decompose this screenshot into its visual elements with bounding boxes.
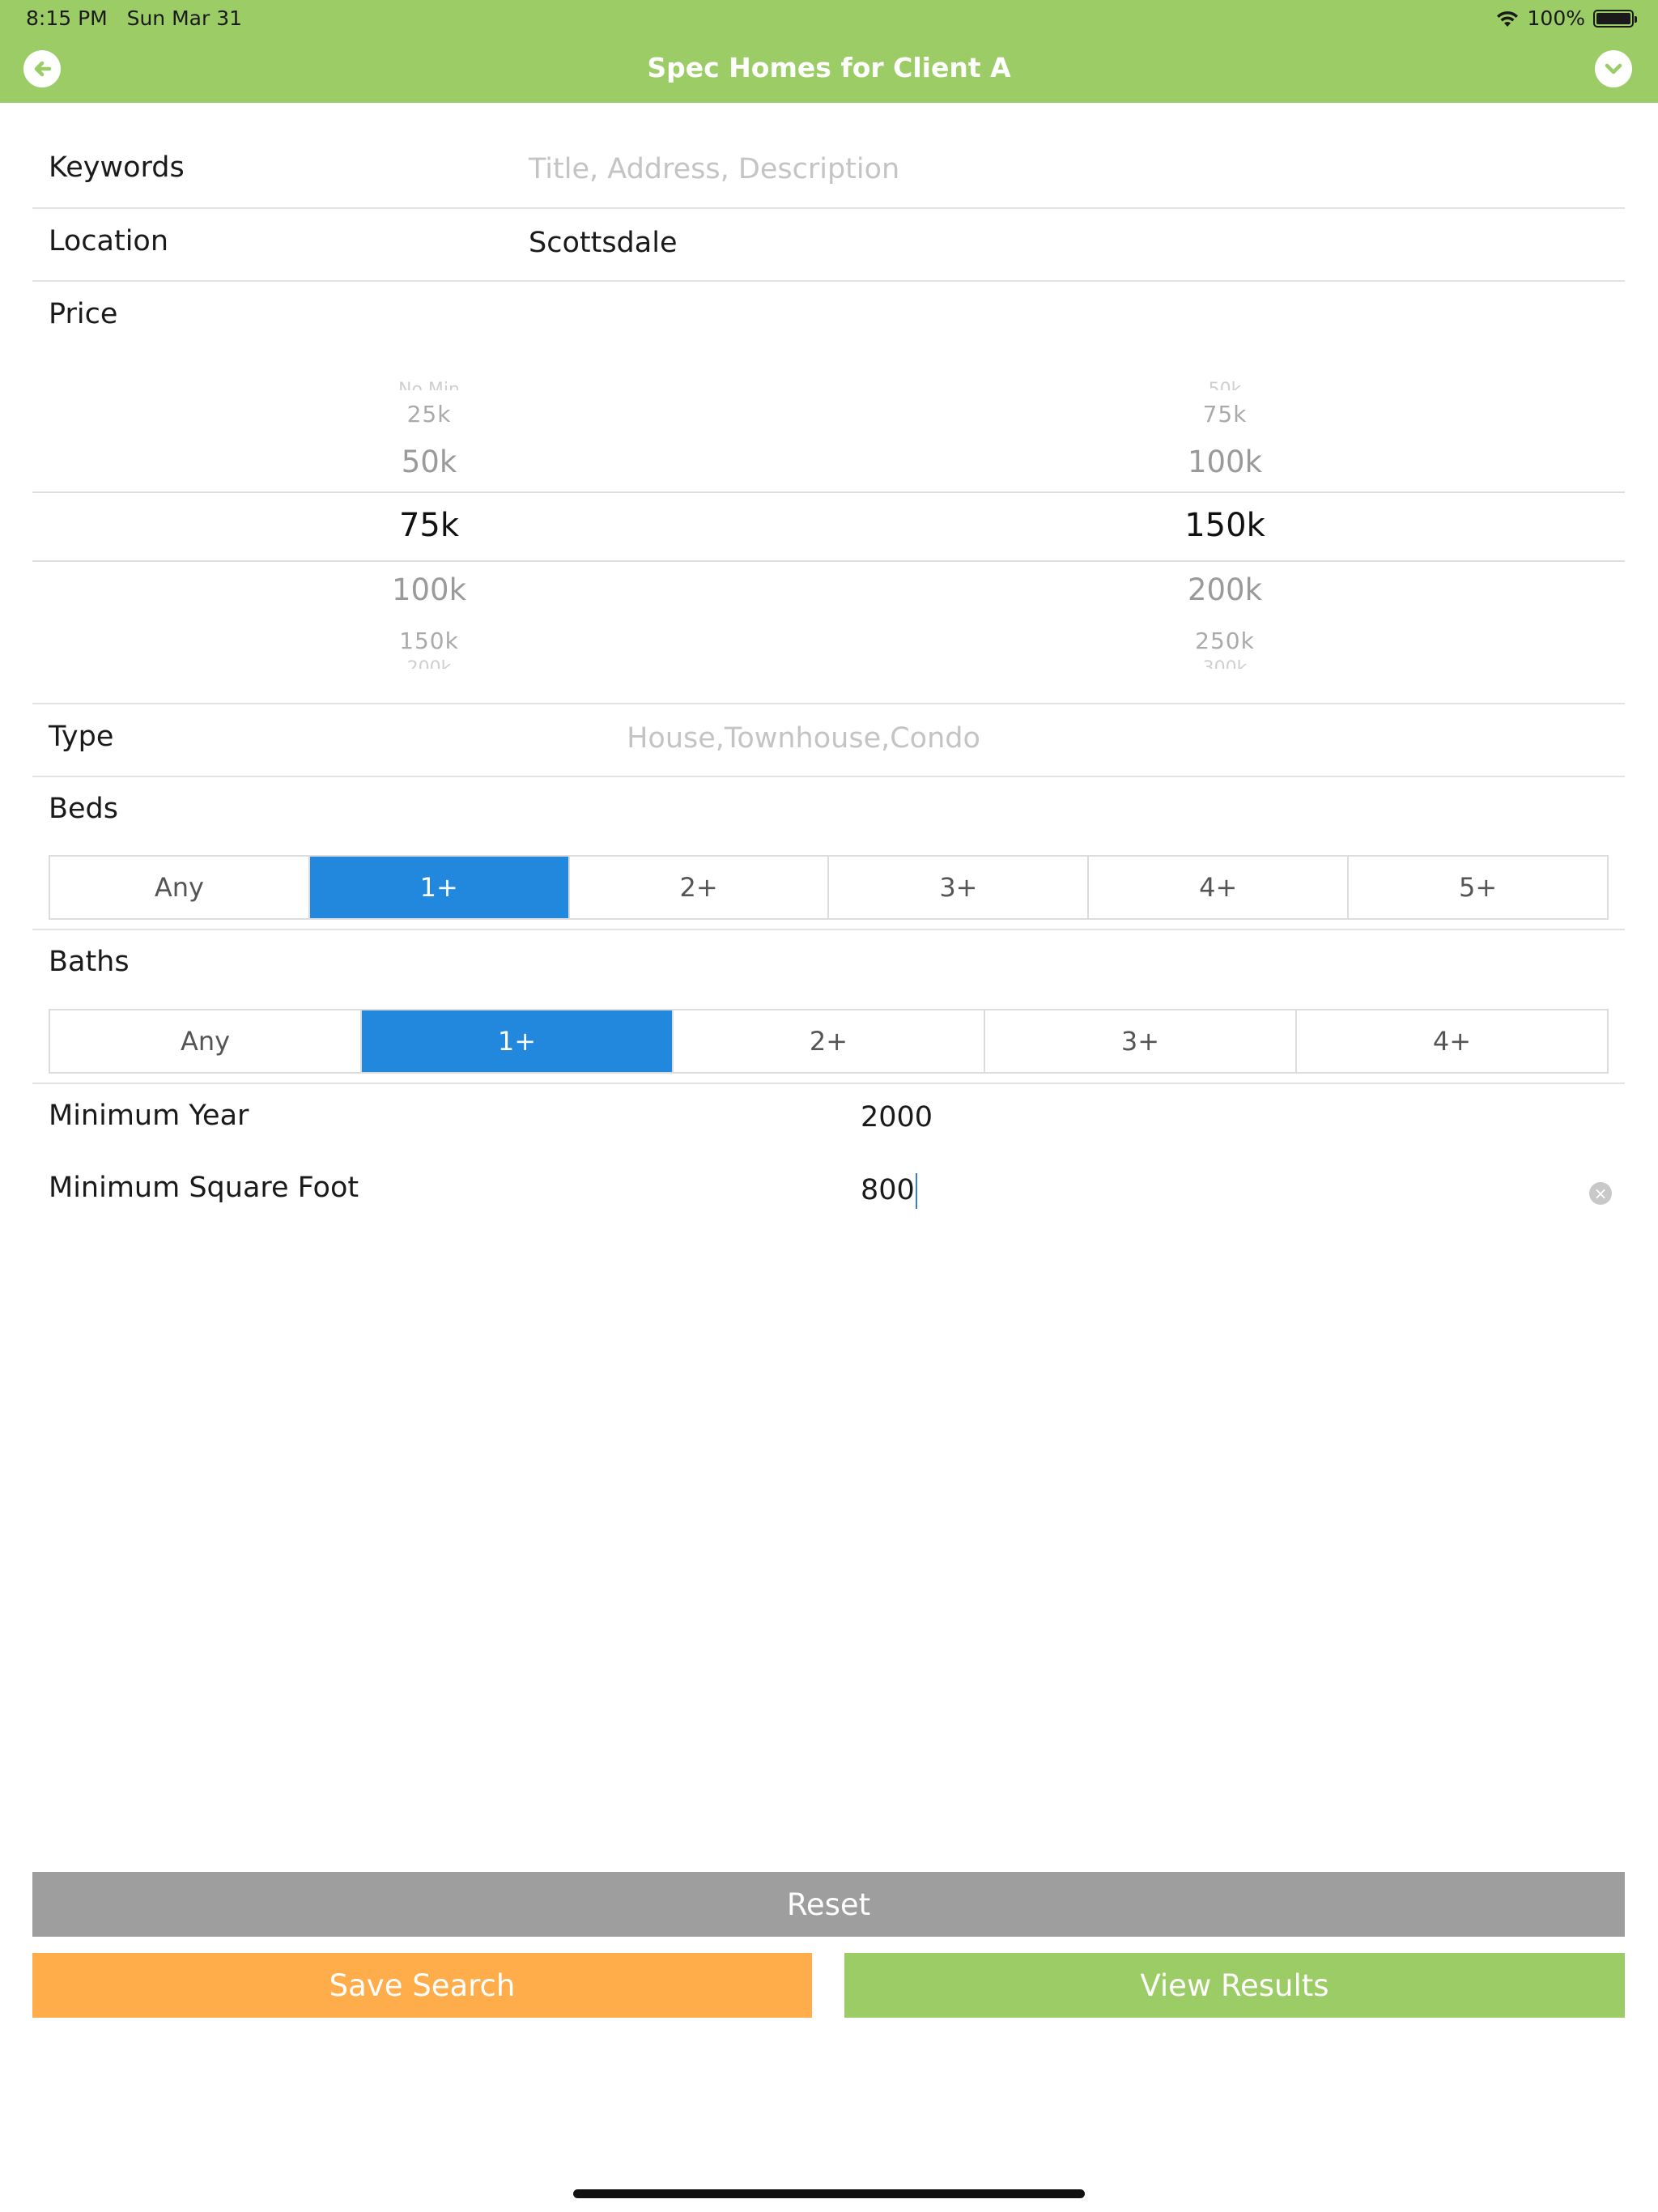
baths-label: Baths [49, 946, 130, 978]
divider [32, 280, 1625, 282]
keywords-input[interactable]: Title, Address, Description [529, 153, 899, 185]
picker-option[interactable]: 75k [1103, 401, 1346, 428]
picker-option[interactable]: 100k [1103, 445, 1346, 479]
baths-option-4plus[interactable]: 4+ [1297, 1010, 1607, 1072]
status-indicators: 100% [1495, 6, 1637, 30]
beds-option-4plus[interactable]: 4+ [1089, 857, 1350, 918]
picker-option[interactable]: 100k [308, 572, 551, 607]
picker-option[interactable]: 250k [1103, 627, 1346, 654]
type-selector[interactable]: House,Townhouse,Condo [0, 722, 1607, 755]
home-indicator [573, 2189, 1085, 2198]
beds-segmented-control[interactable]: Any 1+ 2+ 3+ 4+ 5+ [49, 855, 1609, 920]
keywords-label: Keywords [49, 151, 185, 184]
min-sqft-value: 800 [861, 1174, 915, 1206]
beds-option-5plus[interactable]: 5+ [1349, 857, 1607, 918]
beds-option-1plus[interactable]: 1+ [309, 857, 570, 918]
picker-option[interactable]: 300k [1103, 659, 1346, 669]
beds-label: Beds [49, 793, 118, 825]
baths-option-2plus[interactable]: 2+ [674, 1010, 985, 1072]
beds-option-any[interactable]: Any [50, 857, 310, 918]
min-sqft-label: Minimum Square Foot [49, 1172, 359, 1204]
min-year-label: Minimum Year [49, 1100, 249, 1132]
min-year-input[interactable]: 2000 [861, 1101, 933, 1134]
picker-option[interactable]: 200k [1103, 572, 1346, 607]
baths-option-3plus[interactable]: 3+ [985, 1010, 1297, 1072]
picker-option-selected[interactable]: 75k [308, 507, 551, 544]
chevron-down-icon [1605, 63, 1622, 74]
reset-button[interactable]: Reset [32, 1872, 1625, 1937]
beds-option-2plus[interactable]: 2+ [569, 857, 830, 918]
menu-dropdown-button[interactable] [1595, 50, 1632, 87]
min-sqft-input[interactable]: 800 [861, 1173, 917, 1209]
picker-selection-bottom [32, 560, 1625, 562]
wifi-icon [1496, 11, 1518, 27]
save-search-button[interactable]: Save Search [32, 1953, 812, 2018]
beds-option-3plus[interactable]: 3+ [829, 857, 1090, 918]
close-icon: × [1593, 1184, 1608, 1203]
picker-option-selected[interactable]: 150k [1103, 507, 1346, 544]
page-title: Spec Homes for Client A [647, 52, 1011, 83]
status-time: 8:15 PM Sun Mar 31 [26, 6, 242, 30]
picker-option[interactable]: 25k [308, 401, 551, 428]
picker-option[interactable]: 50k [308, 445, 551, 479]
picker-option[interactable]: No Min [308, 381, 551, 390]
battery-fill [1596, 12, 1630, 24]
location-label: Location [49, 225, 169, 257]
baths-option-any[interactable]: Any [50, 1010, 362, 1072]
view-results-button[interactable]: View Results [844, 1953, 1625, 2018]
baths-segmented-control[interactable]: Any 1+ 2+ 3+ 4+ [49, 1009, 1609, 1074]
divider [32, 1083, 1625, 1084]
status-clock: 8:15 PM [26, 6, 108, 30]
baths-option-1plus[interactable]: 1+ [362, 1010, 674, 1072]
text-cursor [915, 1173, 917, 1209]
navigation-bar: 8:15 PM Sun Mar 31 100% Spec Homes for C… [0, 0, 1658, 103]
battery-percent: 100% [1527, 6, 1585, 30]
divider [32, 703, 1625, 704]
price-label: Price [49, 298, 118, 330]
picker-selection-top [32, 491, 1625, 493]
divider [32, 929, 1625, 930]
divider [32, 776, 1625, 777]
picker-option[interactable]: 200k [308, 659, 551, 669]
picker-option[interactable]: 150k [308, 627, 551, 654]
clear-input-button[interactable]: × [1589, 1182, 1612, 1205]
picker-option[interactable]: 50k [1103, 381, 1346, 390]
divider [32, 207, 1625, 209]
battery-icon [1593, 9, 1637, 28]
status-date: Sun Mar 31 [126, 6, 243, 30]
location-input[interactable]: Scottsdale [529, 227, 677, 259]
